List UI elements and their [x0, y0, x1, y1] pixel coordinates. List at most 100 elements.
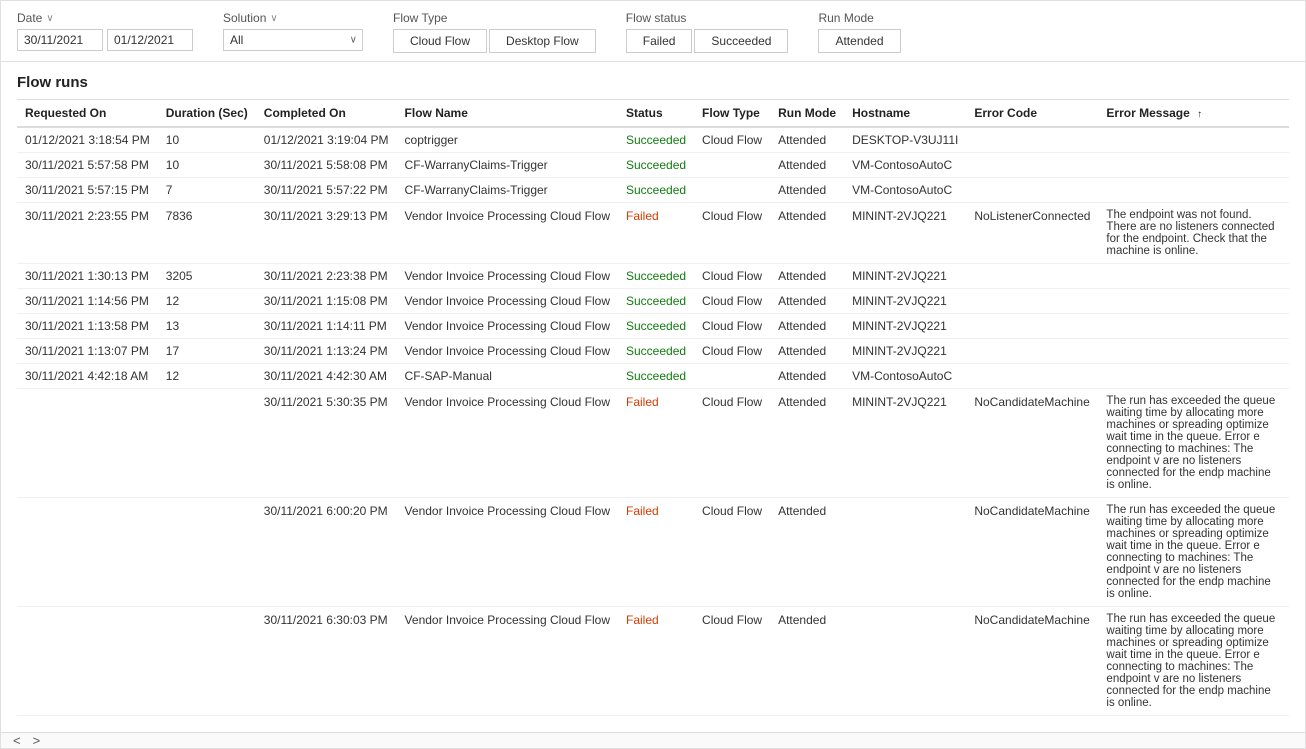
cell-requested-on: 30/11/2021 1:13:58 PM	[17, 314, 158, 339]
cell-hostname	[844, 498, 966, 607]
table-row: 30/11/2021 5:57:15 PM 7 30/11/2021 5:57:…	[17, 178, 1289, 203]
col-flow-name: Flow Name	[397, 100, 618, 127]
cell-error-message	[1098, 153, 1289, 178]
date-label-text: Date	[17, 11, 42, 25]
cell-flow-type: Cloud Flow	[694, 607, 770, 716]
cell-error-code	[966, 364, 1098, 389]
cell-duration: 12	[158, 289, 256, 314]
cell-completed-on: 30/11/2021 1:14:11 PM	[256, 314, 397, 339]
col-hostname: Hostname	[844, 100, 966, 127]
cell-error-message	[1098, 178, 1289, 203]
flow-type-label-text: Flow Type	[393, 11, 447, 25]
cell-hostname: MININT-2VJQ221	[844, 314, 966, 339]
cell-error-message	[1098, 339, 1289, 364]
content-area: Flow runs Requested On Duration (Sec) Co…	[1, 62, 1305, 732]
cell-requested-on	[17, 498, 158, 607]
cell-status: Succeeded	[618, 289, 694, 314]
cell-hostname: VM-ContosoAutoC	[844, 153, 966, 178]
run-mode-attended-btn[interactable]: Attended	[818, 29, 900, 53]
date-end-input[interactable]	[107, 29, 193, 51]
table-row: 30/11/2021 4:42:18 AM 12 30/11/2021 4:42…	[17, 364, 1289, 389]
cell-requested-on: 30/11/2021 5:57:58 PM	[17, 153, 158, 178]
cell-duration: 10	[158, 153, 256, 178]
cell-status: Succeeded	[618, 364, 694, 389]
table-row: 30/11/2021 1:14:56 PM 12 30/11/2021 1:15…	[17, 289, 1289, 314]
col-requested-on: Requested On	[17, 100, 158, 127]
solution-chevron-icon: ∨	[270, 13, 277, 24]
sort-icon: ↑	[1197, 109, 1202, 120]
cell-flow-name: Vendor Invoice Processing Cloud Flow	[397, 314, 618, 339]
bottom-bar: < >	[1, 732, 1305, 748]
table-row: 01/12/2021 3:18:54 PM 10 01/12/2021 3:19…	[17, 127, 1289, 153]
flow-type-toggle-group: Cloud Flow Desktop Flow	[393, 29, 596, 53]
table-container[interactable]: Requested On Duration (Sec) Completed On…	[17, 99, 1289, 732]
flow-status-failed-btn[interactable]: Failed	[626, 29, 693, 53]
cell-duration: 7	[158, 178, 256, 203]
cell-error-code	[966, 153, 1098, 178]
cell-status: Succeeded	[618, 153, 694, 178]
scroll-left-btn[interactable]: <	[9, 733, 25, 748]
scroll-indicator: < >	[9, 733, 44, 748]
cell-run-mode: Attended	[770, 364, 844, 389]
cell-completed-on: 30/11/2021 5:58:08 PM	[256, 153, 397, 178]
flow-status-succeeded-btn[interactable]: Succeeded	[694, 29, 788, 53]
cell-error-message: The run has exceeded the queue waiting t…	[1098, 389, 1289, 498]
table-body: 01/12/2021 3:18:54 PM 10 01/12/2021 3:19…	[17, 127, 1289, 716]
cell-flow-name: Vendor Invoice Processing Cloud Flow	[397, 607, 618, 716]
cell-run-mode: Attended	[770, 498, 844, 607]
cell-flow-type: Cloud Flow	[694, 203, 770, 264]
cell-flow-name: CF-WarranyClaims-Trigger	[397, 153, 618, 178]
table-row: 30/11/2021 5:30:35 PM Vendor Invoice Pro…	[17, 389, 1289, 498]
cell-hostname: MININT-2VJQ221	[844, 339, 966, 364]
run-mode-toggle-group: Attended	[818, 29, 900, 53]
flow-type-desktop-btn[interactable]: Desktop Flow	[489, 29, 596, 53]
cell-completed-on: 30/11/2021 4:42:30 AM	[256, 364, 397, 389]
cell-run-mode: Attended	[770, 289, 844, 314]
cell-hostname: MININT-2VJQ221	[844, 203, 966, 264]
cell-error-code	[966, 127, 1098, 153]
table-row: 30/11/2021 5:57:58 PM 10 30/11/2021 5:58…	[17, 153, 1289, 178]
cell-status: Failed	[618, 203, 694, 264]
cell-duration	[158, 389, 256, 498]
flow-runs-table: Requested On Duration (Sec) Completed On…	[17, 100, 1289, 716]
cell-status: Failed	[618, 498, 694, 607]
section-title: Flow runs	[17, 74, 1289, 91]
date-start-input[interactable]	[17, 29, 103, 51]
cell-error-code	[966, 339, 1098, 364]
cell-completed-on: 30/11/2021 2:23:38 PM	[256, 264, 397, 289]
cell-flow-name: Vendor Invoice Processing Cloud Flow	[397, 498, 618, 607]
flow-status-label-text: Flow status	[626, 11, 687, 25]
cell-duration: 13	[158, 314, 256, 339]
cell-completed-on: 30/11/2021 1:15:08 PM	[256, 289, 397, 314]
table-row: 30/11/2021 1:13:58 PM 13 30/11/2021 1:14…	[17, 314, 1289, 339]
cell-flow-type: Cloud Flow	[694, 498, 770, 607]
table-row: 30/11/2021 1:13:07 PM 17 30/11/2021 1:13…	[17, 339, 1289, 364]
cell-requested-on	[17, 607, 158, 716]
cell-flow-type: Cloud Flow	[694, 339, 770, 364]
flow-type-cloud-btn[interactable]: Cloud Flow	[393, 29, 487, 53]
cell-completed-on: 30/11/2021 6:00:20 PM	[256, 498, 397, 607]
cell-run-mode: Attended	[770, 203, 844, 264]
cell-run-mode: Attended	[770, 607, 844, 716]
cell-error-message: The run has exceeded the queue waiting t…	[1098, 498, 1289, 607]
cell-status: Succeeded	[618, 339, 694, 364]
cell-run-mode: Attended	[770, 178, 844, 203]
cell-error-message: The run has exceeded the queue waiting t…	[1098, 607, 1289, 716]
date-filter-group: Date ∨	[17, 11, 193, 51]
cell-requested-on: 30/11/2021 5:57:15 PM	[17, 178, 158, 203]
cell-completed-on: 30/11/2021 5:57:22 PM	[256, 178, 397, 203]
cell-error-code	[966, 314, 1098, 339]
cell-completed-on: 30/11/2021 5:30:35 PM	[256, 389, 397, 498]
cell-flow-type: Cloud Flow	[694, 264, 770, 289]
cell-flow-type	[694, 364, 770, 389]
solution-select[interactable]: All	[223, 29, 363, 51]
cell-flow-name: coptrigger	[397, 127, 618, 153]
cell-error-code: NoListenerConnected	[966, 203, 1098, 264]
scroll-right-btn[interactable]: >	[29, 733, 45, 748]
table-row: 30/11/2021 6:30:03 PM Vendor Invoice Pro…	[17, 607, 1289, 716]
cell-flow-name: CF-WarranyClaims-Trigger	[397, 178, 618, 203]
cell-completed-on: 01/12/2021 3:19:04 PM	[256, 127, 397, 153]
cell-hostname: MININT-2VJQ221	[844, 289, 966, 314]
flow-status-toggle-group: Failed Succeeded	[626, 29, 789, 53]
col-status: Status	[618, 100, 694, 127]
